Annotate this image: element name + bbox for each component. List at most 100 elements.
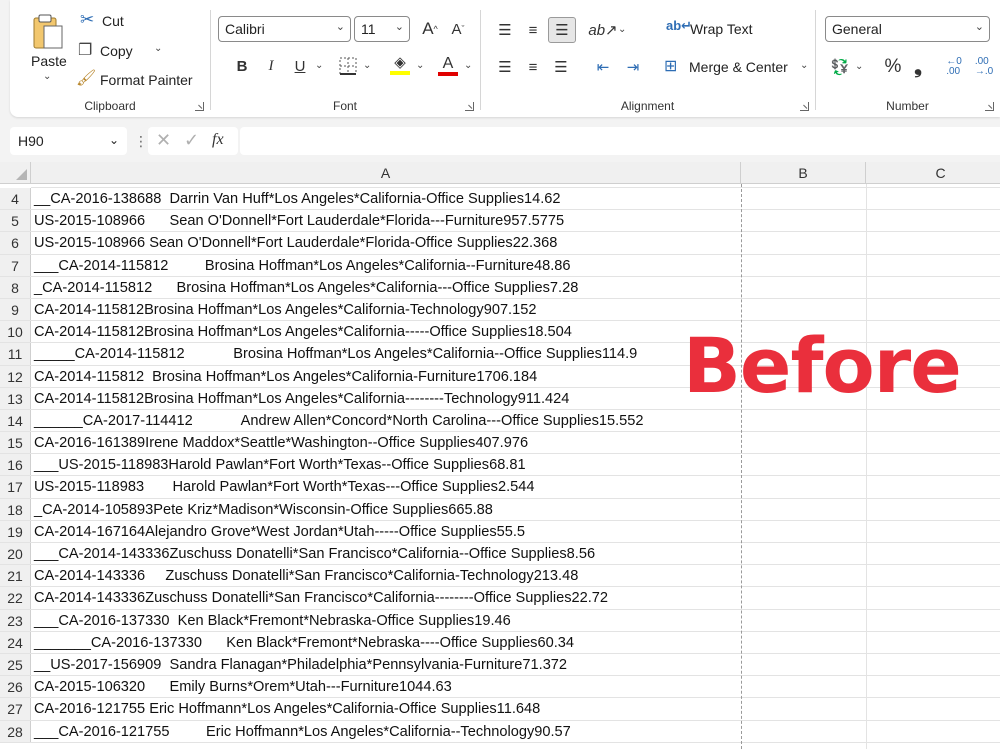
- underline-icon[interactable]: U: [288, 55, 312, 77]
- decrease-indent-icon[interactable]: ⇤: [590, 55, 616, 79]
- number-launcher-icon[interactable]: [985, 102, 994, 111]
- increase-indent-icon[interactable]: ⇥: [620, 55, 646, 79]
- cell-a[interactable]: ___CA-2016-137330 Ken Black*Fremont*Nebr…: [34, 610, 511, 632]
- row-header[interactable]: 26: [0, 676, 31, 698]
- name-box-dropdown-icon[interactable]: ⌄: [109, 133, 119, 147]
- cell-a[interactable]: CA-2014-167164Alejandro Grove*West Jorda…: [34, 521, 525, 543]
- row-header[interactable]: 18: [0, 498, 31, 520]
- row-header[interactable]: 23: [0, 609, 31, 631]
- underline-dropdown-icon[interactable]: ⌄: [315, 60, 323, 71]
- italic-icon[interactable]: I: [259, 55, 283, 77]
- fill-color-icon[interactable]: ◈: [388, 53, 412, 77]
- cell-a[interactable]: US-2015-118983 Harold Pawlan*Fort Worth*…: [34, 476, 535, 498]
- row-header[interactable]: 14: [0, 409, 31, 432]
- select-all-button[interactable]: [0, 162, 31, 184]
- row-header[interactable]: 19: [0, 520, 31, 542]
- comma-style-icon[interactable]: ❟: [907, 56, 929, 78]
- cancel-icon[interactable]: ✕: [156, 130, 171, 151]
- row-header[interactable]: 6: [0, 232, 31, 254]
- cell-a[interactable]: ___CA-2014-115812 Brosina Hoffman*Los An…: [34, 255, 571, 277]
- increase-decimal-icon[interactable]: ←0.00: [941, 54, 967, 80]
- cell-a[interactable]: ______CA-2017-114412 Andrew Allen*Concor…: [34, 410, 644, 432]
- name-box[interactable]: H90 ⌄: [10, 127, 127, 155]
- enter-icon[interactable]: ✓: [184, 130, 199, 151]
- row-header[interactable]: 12: [0, 365, 31, 387]
- alignment-launcher-icon[interactable]: [800, 102, 809, 111]
- copy-button[interactable]: ❐ Copy ⌄: [78, 40, 168, 62]
- align-middle-icon[interactable]: ≡: [520, 18, 546, 42]
- paste-dropdown-icon[interactable]: ⌄: [43, 71, 51, 82]
- align-left-icon[interactable]: ☰: [492, 55, 518, 79]
- merge-center-dropdown-icon[interactable]: ⌄: [800, 60, 808, 71]
- row-header[interactable]: 20: [0, 543, 31, 565]
- bold-icon[interactable]: B: [230, 55, 254, 77]
- row-header[interactable]: 15: [0, 432, 31, 454]
- percent-style-icon[interactable]: %: [881, 56, 905, 78]
- formula-input[interactable]: [240, 127, 1000, 155]
- more-options-icon[interactable]: ⋮: [134, 133, 148, 150]
- cell-a[interactable]: CA-2015-106320 Emily Burns*Orem*Utah---F…: [34, 676, 452, 698]
- row-header[interactable]: 24: [0, 631, 31, 653]
- borders-icon[interactable]: [336, 55, 360, 77]
- row-header[interactable]: 13: [0, 387, 31, 409]
- row-header[interactable]: 4: [0, 188, 31, 210]
- decrease-decimal-icon[interactable]: .00 →.0: [971, 54, 997, 80]
- row-header[interactable]: 16: [0, 454, 31, 476]
- copy-dropdown-icon[interactable]: ⌄: [154, 43, 162, 54]
- cell-a[interactable]: CA-2014-143336Zuschuss Donatelli*San Fra…: [34, 587, 608, 609]
- cell-a[interactable]: US-2015-108966 Sean O'Donnell*Fort Laude…: [34, 232, 557, 254]
- cell-a[interactable]: __US-2017-156909 Sandra Flanagan*Philade…: [34, 654, 567, 676]
- font-launcher-icon[interactable]: [465, 102, 474, 111]
- orientation-dropdown-icon[interactable]: ⌄: [618, 24, 626, 35]
- cell-a[interactable]: ___CA-2016-121755 Eric Hoffmann*Los Ange…: [34, 721, 571, 743]
- cell-a[interactable]: CA-2016-121755 Eric Hoffmann*Los Angeles…: [34, 698, 540, 720]
- accounting-dropdown-icon[interactable]: ⌄: [855, 61, 863, 72]
- row-header[interactable]: 8: [0, 276, 31, 298]
- align-center-icon[interactable]: ≡: [520, 55, 546, 79]
- accounting-format-icon[interactable]: 💱: [827, 56, 853, 78]
- row-header[interactable]: 7: [0, 254, 31, 276]
- cell-a[interactable]: CA-2014-115812Brosina Hoffman*Los Angele…: [34, 388, 569, 410]
- row-header[interactable]: 21: [0, 565, 31, 587]
- align-bottom-icon[interactable]: ☰: [548, 17, 576, 43]
- paste-button[interactable]: Paste ⌄: [24, 10, 72, 90]
- font-size-dropdown-icon[interactable]: ⌄: [395, 20, 404, 33]
- cell-a[interactable]: CA-2014-115812Brosina Hoffman*Los Angele…: [34, 299, 536, 321]
- column-header-b[interactable]: B: [741, 162, 866, 184]
- cell-a[interactable]: _CA-2014-105893Pete Kriz*Madison*Wiscons…: [34, 499, 493, 521]
- row-header[interactable]: 17: [0, 476, 31, 498]
- merge-center-button[interactable]: ⊞ Merge & Center ⌄: [664, 56, 814, 80]
- column-header-a[interactable]: A: [31, 162, 741, 184]
- cell-a[interactable]: _CA-2014-115812 Brosina Hoffman*Los Ange…: [34, 277, 578, 299]
- row-header[interactable]: 27: [0, 698, 31, 720]
- orientation-icon[interactable]: ab↗: [588, 18, 617, 42]
- clipboard-launcher-icon[interactable]: [195, 102, 204, 111]
- row-header[interactable]: 5: [0, 210, 31, 232]
- borders-dropdown-icon[interactable]: ⌄: [363, 60, 371, 71]
- font-size-select[interactable]: 11 ⌄: [354, 16, 410, 42]
- increase-font-icon[interactable]: A ^: [418, 18, 442, 40]
- number-format-select[interactable]: General ⌄: [825, 16, 990, 42]
- cell-a[interactable]: CA-2014-143336 Zuschuss Donatelli*San Fr…: [34, 565, 578, 587]
- cell-a[interactable]: CA-2014-115812 Brosina Hoffman*Los Angel…: [34, 366, 537, 388]
- row-header[interactable]: 9: [0, 298, 31, 321]
- format-painter-button[interactable]: 🖌 Format Painter: [76, 68, 206, 90]
- decrease-font-icon[interactable]: Aˇ: [446, 18, 470, 40]
- cell-a[interactable]: _____CA-2014-115812 Brosina Hoffman*Los …: [34, 343, 637, 365]
- row-header[interactable]: 10: [0, 321, 31, 343]
- cell-a[interactable]: _______CA-2016-137330 Ken Black*Fremont*…: [34, 632, 574, 654]
- align-right-icon[interactable]: ☰: [548, 55, 574, 79]
- cell-a[interactable]: ___CA-2014-143336Zuschuss Donatelli*San …: [34, 543, 595, 565]
- font-color-dropdown-icon[interactable]: ⌄: [464, 60, 472, 71]
- cell-a[interactable]: ___US-2015-118983Harold Pawlan*Fort Wort…: [34, 454, 526, 476]
- cell-a[interactable]: US-2015-108966 Sean O'Donnell*Fort Laude…: [34, 210, 564, 232]
- cell-a[interactable]: __CA-2016-138688 Darrin Van Huff*Los Ang…: [34, 188, 561, 210]
- row-header[interactable]: 22: [0, 587, 31, 609]
- insert-function-icon[interactable]: fx: [212, 131, 224, 149]
- cell-a[interactable]: CA-2016-161389Irene Maddox*Seattle*Washi…: [34, 432, 528, 454]
- font-name-dropdown-icon[interactable]: ⌄: [336, 20, 345, 33]
- font-name-select[interactable]: Calibri ⌄: [218, 16, 351, 42]
- row-header[interactable]: 28: [0, 720, 31, 742]
- align-top-icon[interactable]: ☰: [492, 18, 518, 42]
- row-header[interactable]: 25: [0, 653, 31, 676]
